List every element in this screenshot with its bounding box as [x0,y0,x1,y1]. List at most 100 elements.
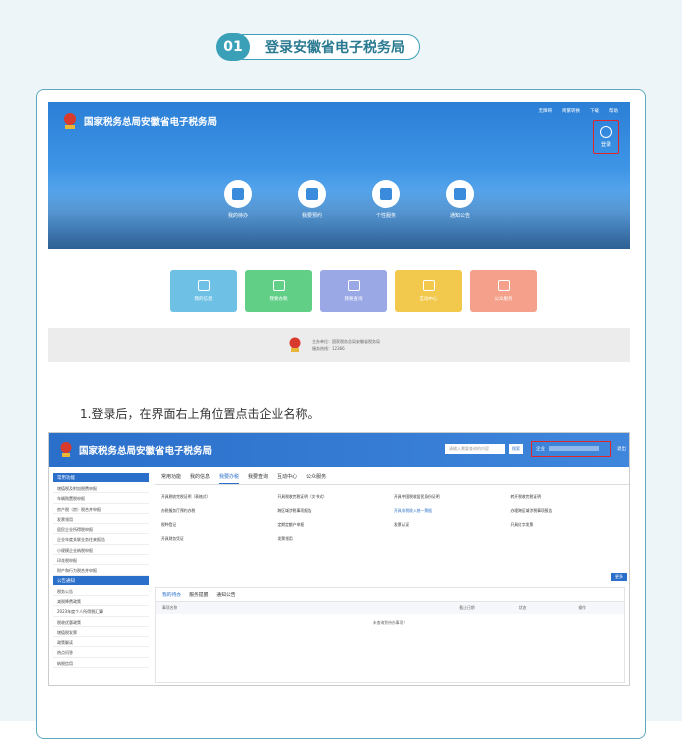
footer-line: 主办单位：国家税务总局安徽省税务局 [312,339,380,344]
circle-label: 我的待办 [227,213,248,219]
accessibility-link[interactable]: 无障碍 [539,108,553,114]
step-header: 01 登录安徽省电子税务局 [216,33,420,61]
service-link[interactable]: 税种登记 [161,522,274,528]
tab-notices[interactable]: 通知公告 [216,591,235,598]
col-header: 截止日期 [459,605,475,610]
help-link[interactable]: 帮助 [609,108,618,114]
service-link[interactable]: 开具财务凭证 [161,536,274,542]
service-link[interactable]: 办理跨区域涉税事项报告 [511,508,624,514]
sidebar-item[interactable]: 2023年度个人所得税汇算 [53,606,149,617]
circle-appointment[interactable]: 我要预约 [292,180,332,219]
sidebar-item[interactable]: 房产税（房）税合并申报 [53,504,149,514]
chat-icon [422,280,435,291]
language-link[interactable]: 简繁转换 [562,108,580,114]
tab-my-todo[interactable]: 我的待办 [162,591,181,598]
service-link[interactable]: 跨区域涉税事项报告 [278,508,391,514]
quick-circles: 我的待办 我要预约 个性服务 通知公告 [218,180,480,219]
service-link[interactable]: 发票认证 [394,522,507,528]
search-button[interactable]: 搜索 [509,444,523,454]
service-link[interactable]: 开具非税收入统一票据 [394,508,507,514]
tile-interaction[interactable]: 互动中心 [395,270,462,312]
sidebar-item[interactable]: 小规模企业纳税申报 [53,545,149,556]
tab-public-service[interactable]: 公众服务 [306,473,326,484]
homepage-screenshot: 国家税务总局安徽省电子税务局 无障碍 简繁转换 下载 帮助 登录 我的待办 我要… [48,102,630,372]
service-link[interactable]: 开具税收完税证明（文书式） [278,494,391,500]
tax-emblem-icon [289,337,301,352]
function-tiles: 我的信息 我要办税 我要查询 互动中心 公众服务 [170,270,537,312]
tile-query[interactable]: 我要查询 [320,270,387,312]
company-name-button[interactable]: 企业 [531,441,611,457]
sidebar-item[interactable]: 企业年度关联业务往来报告 [53,534,149,545]
service-link[interactable]: 办税服务厅预约办税 [161,508,274,514]
homepage-banner: 国家税务总局安徽省电子税务局 无障碍 简繁转换 下载 帮助 登录 我的待办 我要… [48,102,630,249]
tax-emblem-icon [64,113,76,129]
dashboard-screenshot: 国家税务总局安徽省电子税务局 请输入需要查询的内容 搜索 企业 退出 常用功能 … [48,432,630,686]
service-link[interactable]: 转开税收完税证明 [511,494,624,500]
tab-my-info[interactable]: 我的信息 [190,473,210,484]
person-icon [197,280,210,291]
circle-label: 我要预约 [301,213,322,219]
user-icon [600,126,612,138]
sidebar-item[interactable]: 税务公告 [53,586,149,596]
service-link[interactable]: 开具红字发票 [511,522,624,528]
tax-emblem-icon [60,442,72,457]
service-link[interactable]: 发票领用 [278,536,391,542]
tile-label: 我要查询 [344,297,363,302]
tile-my-info[interactable]: 我的信息 [170,270,237,312]
bell-icon [454,188,466,200]
login-label: 登录 [600,142,611,148]
sidebar-item[interactable]: 减税降费政策 [53,596,149,607]
tile-tax-handling[interactable]: 我要办税 [245,270,312,312]
todo-empty-message: 未查询到待办事项！ [372,620,408,625]
col-header: 状态 [518,605,527,610]
sidebar-item[interactable]: 政策解读 [53,637,149,648]
circle-personal-service[interactable]: 个性服务 [366,180,406,219]
circle-my-todo[interactable]: 我的待办 [218,180,258,219]
step-title: 登录安徽省电子税务局 [242,34,420,60]
site-title: 国家税务总局安徽省电子税务局 [84,117,218,128]
tab-query[interactable]: 我要查询 [248,473,268,484]
sidebar-item[interactable]: 居民企业所得税申报 [53,524,149,535]
tab-interaction[interactable]: 互动中心 [277,473,297,484]
sidebar-item[interactable]: 增值税及附加税费申报 [53,483,149,494]
sidebar-head-notices: 公告通知 [53,575,149,585]
sidebar-item[interactable]: 纳税信用 [53,658,149,669]
sidebar-item[interactable]: 财产和行为税合并申报 [53,565,149,576]
grid-icon [380,188,392,200]
sidebar: 常用功能 增值税及附加税费申报 车辆购置税申报 房产税（房）税合并申报 发票领用… [53,473,149,679]
sidebar-item[interactable]: 印花税申报 [53,555,149,566]
service-links: 开具税收完税证明（表格式） 开具税收完税证明（文书式） 开具中国税收居民身份证明… [155,485,629,542]
sidebar-item[interactable]: 税收优惠政策 [53,617,149,627]
sidebar-item[interactable]: 热点问答 [53,647,149,658]
circle-label: 个性服务 [375,213,396,219]
sidebar-item[interactable]: 车辆购置税申报 [53,493,149,504]
circle-label: 通知公告 [449,213,470,219]
tab-service-reminder[interactable]: 服务提醒 [189,591,208,598]
exit-link[interactable]: 退出 [617,446,626,452]
homepage-footer: 主办单位：国家税务总局安徽省税务局 服务热线：12366 [48,328,630,362]
tile-label: 我要办税 [269,297,288,302]
step-number: 01 [216,33,250,61]
tab-common[interactable]: 常用功能 [161,473,181,484]
instruction-text: 1.登录后，在界面右上角位置点击企业名称。 [80,407,320,421]
tile-label: 我的信息 [194,297,213,302]
redacted-company-name [549,446,599,451]
tile-public-service[interactable]: 公众服务 [470,270,537,312]
more-button[interactable]: 更多 [611,573,627,581]
search-input[interactable]: 请输入需要查询的内容 [445,444,505,454]
monitor-icon [272,280,285,291]
service-link[interactable]: 开具税收完税证明（表格式） [161,494,274,500]
main-panel: 常用功能 我的信息 我要办税 我要查询 互动中心 公众服务 开具税收完税证明（表… [155,473,629,542]
service-link[interactable]: 开具中国税收居民身份证明 [394,494,507,500]
download-link[interactable]: 下载 [590,108,599,114]
sidebar-head-common: 常用功能 [53,473,149,482]
tile-label: 互动中心 [419,297,438,302]
site-title: 国家税务总局安徽省电子税务局 [79,446,213,457]
circle-notices[interactable]: 通知公告 [440,180,480,219]
dashboard-header: 国家税务总局安徽省电子税务局 请输入需要查询的内容 搜索 企业 退出 [49,433,629,467]
service-link[interactable]: 定期定额户申报 [278,522,391,528]
sidebar-item[interactable]: 增值税发票 [53,627,149,638]
tab-tax-handling[interactable]: 我要办税 [219,473,240,484]
login-button[interactable]: 登录 [593,120,619,154]
sidebar-item[interactable]: 发票领用 [53,514,149,525]
